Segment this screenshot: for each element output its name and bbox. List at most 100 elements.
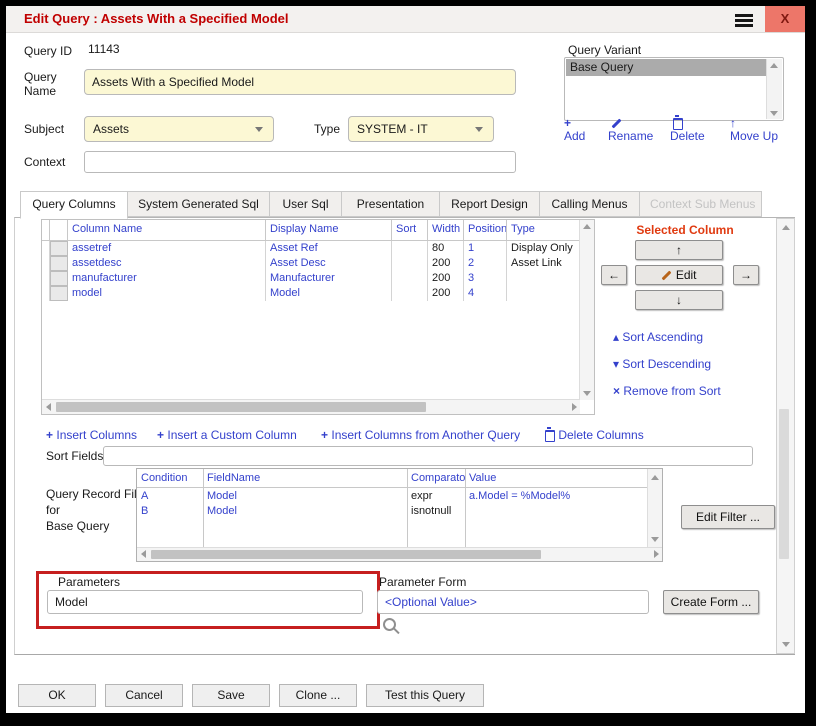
context-label: Context <box>24 155 65 169</box>
chevron-down-icon <box>255 127 263 132</box>
table-row[interactable]: model Model 200 4 <box>42 286 580 301</box>
scroll-right-icon[interactable] <box>654 550 659 558</box>
row-handle[interactable] <box>50 271 68 286</box>
query-name-input[interactable] <box>84 69 516 95</box>
panel-vertical-scrollbar[interactable] <box>776 218 795 654</box>
filter-horizontal-scrollbar[interactable] <box>137 547 662 561</box>
filter-cell: a.Model = %Model% <box>465 489 647 504</box>
table-row[interactable]: assetdesc Asset Desc 200 2 Asset Link <box>42 256 580 271</box>
scroll-down-icon[interactable] <box>651 537 659 542</box>
move-column-up-button[interactable] <box>635 240 723 260</box>
ok-button[interactable]: OK <box>18 684 96 707</box>
scroll-right-icon[interactable] <box>572 403 577 411</box>
variant-delete-button[interactable]: Delete <box>670 116 705 143</box>
record-filter-label-line3: Base Query <box>46 519 109 533</box>
header-column-name[interactable]: Column Name <box>68 220 266 240</box>
variant-move-up-button[interactable]: Move Up <box>730 116 778 143</box>
query-name-label: Query Name <box>24 70 76 98</box>
tab-calling-menus[interactable]: Calling Menus <box>540 191 640 217</box>
header-position[interactable]: Position <box>464 220 507 240</box>
arrow-right-icon <box>740 268 752 282</box>
test-this-query-button[interactable]: Test this Query <box>366 684 484 707</box>
title-bar: Edit Query : Assets With a Specified Mod… <box>6 6 805 33</box>
header-display-name[interactable]: Display Name <box>266 220 392 240</box>
chevron-down-icon <box>475 127 483 132</box>
plus-icon <box>321 428 328 442</box>
sort-fields-label: Sort Fields <box>46 449 103 463</box>
scroll-up-icon[interactable] <box>770 63 778 68</box>
columns-grid[interactable]: Column Name Display Name Sort Width Posi… <box>41 219 595 415</box>
record-filter-table[interactable]: Condition FieldName Comparator Value A M… <box>136 468 663 562</box>
variant-scrollbar[interactable] <box>766 59 782 119</box>
edit-query-dialog: Edit Query : Assets With a Specified Mod… <box>6 6 805 713</box>
type-dropdown[interactable]: SYSTEM - IT <box>348 116 494 142</box>
subject-dropdown[interactable]: Assets <box>84 116 274 142</box>
filter-header-fieldname: FieldName <box>203 469 407 488</box>
scroll-left-icon[interactable] <box>46 403 51 411</box>
trash-icon <box>673 118 683 130</box>
scroll-down-icon[interactable] <box>583 391 591 396</box>
variant-add-button[interactable]: Add <box>564 116 585 143</box>
table-row[interactable]: manufacturer Manufacturer 200 3 <box>42 271 580 286</box>
header-width[interactable]: Width <box>428 220 464 240</box>
filter-cell: expr <box>407 489 465 504</box>
insert-columns-link[interactable]: Insert Columns <box>46 428 137 442</box>
tab-system-generated-sql[interactable]: System Generated Sql <box>128 191 270 217</box>
move-column-down-button[interactable] <box>635 290 723 310</box>
scroll-left-icon[interactable] <box>141 550 146 558</box>
query-variant-listbox[interactable]: Base Query <box>564 57 784 121</box>
grid-vertical-scrollbar[interactable] <box>579 220 594 400</box>
pencil-icon <box>662 271 672 281</box>
move-column-right-button[interactable] <box>733 265 759 285</box>
hamburger-icon <box>735 14 753 17</box>
header-sort[interactable]: Sort <box>392 220 428 240</box>
tab-user-sql[interactable]: User Sql <box>270 191 342 217</box>
context-input[interactable] <box>84 151 516 173</box>
parameter-form-input[interactable] <box>377 590 649 614</box>
remove-from-sort-link[interactable]: Remove from Sort <box>613 384 721 398</box>
sort-fields-input[interactable] <box>103 446 753 466</box>
move-column-left-button[interactable] <box>601 265 627 285</box>
menu-button[interactable] <box>721 6 765 32</box>
delete-columns-link[interactable]: Delete Columns <box>545 428 644 442</box>
sort-ascending-link[interactable]: Sort Ascending <box>613 330 703 344</box>
table-row[interactable]: assetref Asset Ref 80 1 Display Only <box>42 241 580 256</box>
x-icon <box>613 384 620 398</box>
row-handle[interactable] <box>50 286 68 301</box>
row-handle[interactable] <box>50 241 68 256</box>
filter-vertical-scrollbar[interactable] <box>647 469 662 548</box>
scrollbar-thumb[interactable] <box>56 402 426 412</box>
scrollbar-thumb[interactable] <box>151 550 541 559</box>
tab-query-columns[interactable]: Query Columns <box>20 191 128 219</box>
insert-custom-column-link[interactable]: Insert a Custom Column <box>157 428 297 442</box>
cancel-button[interactable]: Cancel <box>105 684 183 707</box>
header-type[interactable]: Type <box>507 220 580 240</box>
clone-button[interactable]: Clone ... <box>279 684 357 707</box>
edit-filter-button[interactable]: Edit Filter ... <box>681 505 775 529</box>
query-id-value: 11143 <box>88 42 120 56</box>
insert-columns-from-query-link[interactable]: Insert Columns from Another Query <box>321 428 520 442</box>
subject-value: Assets <box>93 122 129 136</box>
row-handle[interactable] <box>50 256 68 271</box>
edit-column-button[interactable]: Edit <box>635 265 723 285</box>
list-item[interactable]: Base Query <box>566 59 767 76</box>
arrow-down-icon <box>676 293 682 307</box>
scroll-up-icon[interactable] <box>583 224 591 229</box>
scroll-up-icon[interactable] <box>651 475 659 480</box>
save-button[interactable]: Save <box>192 684 270 707</box>
variant-rename-button[interactable]: Rename <box>608 116 653 143</box>
tab-presentation[interactable]: Presentation <box>342 191 440 217</box>
close-button[interactable]: X <box>765 6 805 32</box>
plus-icon <box>46 428 53 442</box>
plus-icon <box>564 116 571 130</box>
filter-header-value: Value <box>465 469 647 488</box>
grid-horizontal-scrollbar[interactable] <box>42 399 580 414</box>
sort-descending-link[interactable]: Sort Descending <box>613 357 711 371</box>
arrow-up-icon <box>730 116 736 130</box>
parameters-input[interactable] <box>47 590 363 614</box>
tab-report-design[interactable]: Report Design <box>440 191 540 217</box>
scrollbar-thumb[interactable] <box>779 409 789 559</box>
create-form-button[interactable]: Create Form ... <box>663 590 759 614</box>
magnifier-icon[interactable] <box>383 618 396 631</box>
parameters-label: Parameters <box>55 575 123 589</box>
